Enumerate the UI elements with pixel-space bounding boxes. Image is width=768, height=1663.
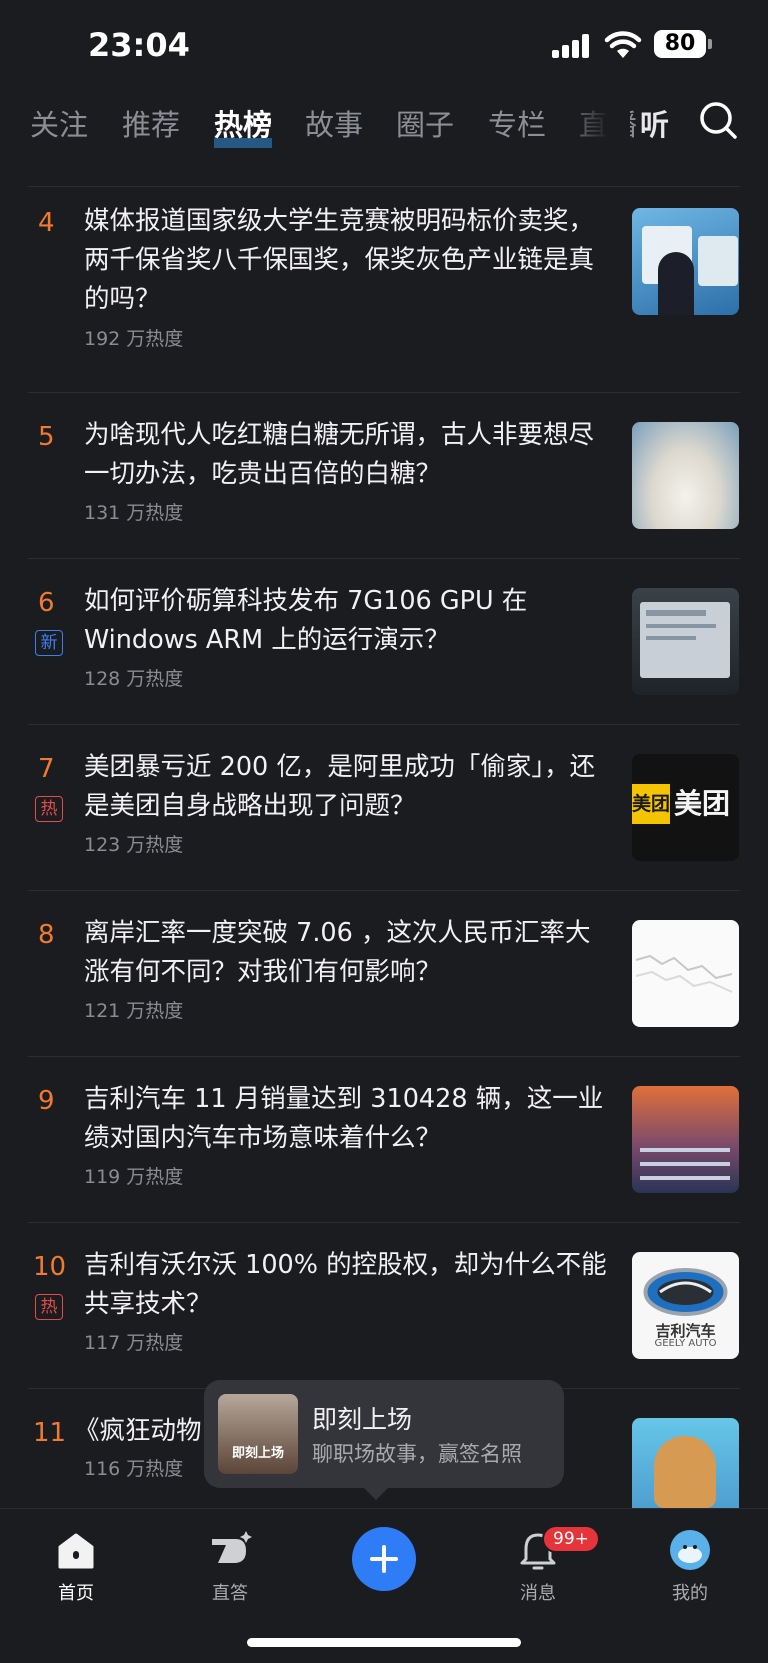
status-time: 23:04 — [88, 26, 190, 64]
divider — [28, 1056, 740, 1057]
wifi-icon — [604, 31, 642, 58]
thumbnail-image — [632, 920, 739, 1027]
meituan-sign-text: 美团 — [674, 787, 731, 820]
promo-subtitle: 聊职场故事，赢签名照 — [312, 1442, 522, 1466]
create-post-button[interactable] — [352, 1527, 416, 1591]
tab-columns[interactable]: 专栏 — [488, 102, 546, 144]
tab-recommend[interactable]: 推荐 — [122, 102, 180, 144]
plus-icon — [370, 1545, 398, 1573]
divider — [28, 890, 740, 891]
home-indicator — [247, 1638, 521, 1647]
new-tag-badge: 新 — [35, 630, 63, 656]
heat-count: 117 万热度 — [84, 1332, 184, 1354]
geely-logo-icon — [643, 1268, 728, 1316]
nav-messages-label: 消息 — [520, 1583, 556, 1604]
rank-number: 9 — [38, 1086, 55, 1116]
search-icon[interactable] — [698, 100, 738, 140]
thumbnail-image — [632, 208, 739, 315]
home-icon — [58, 1533, 94, 1569]
rank-number: 5 — [38, 422, 55, 452]
heat-count: 128 万热度 — [84, 668, 184, 690]
thumbnail-image: 吉利汽车 GEELY AUTO — [632, 1252, 739, 1359]
hot-tag-badge: 热 — [35, 1294, 63, 1320]
item-title: 美团暴亏近 200 亿，是阿里成功「偷家」，还是美团自身战略出现了问题？ — [84, 752, 596, 821]
rank-number: 6 — [38, 588, 55, 618]
status-bar: 23:04 80 — [0, 0, 768, 90]
tab-following[interactable]: 关注 — [30, 102, 88, 144]
heat-count: 116 万热度 — [84, 1458, 184, 1480]
thumbnail-image — [632, 422, 739, 529]
divider — [28, 186, 740, 187]
tab-stories[interactable]: 故事 — [305, 102, 363, 144]
cellular-signal-icon — [552, 34, 594, 58]
rank-number: 8 — [38, 920, 55, 950]
rank-number: 11 — [33, 1418, 67, 1448]
nav-home[interactable]: 首页 — [26, 1509, 126, 1619]
geely-brand-en-text: GEELY AUTO — [654, 1338, 717, 1349]
promo-title: 即刻上场 — [312, 1405, 413, 1434]
heat-count: 119 万热度 — [84, 1166, 184, 1188]
thumbnail-image: 美团 美团 — [632, 754, 739, 861]
battery-indicator: 80 — [654, 30, 712, 58]
divider — [28, 1222, 740, 1223]
listen-button[interactable]: 听 — [640, 102, 669, 144]
thumbnail-image — [632, 588, 739, 695]
zhida-icon — [212, 1531, 252, 1563]
thumbnail-image — [632, 1418, 739, 1508]
rank-number: 7 — [38, 754, 55, 784]
item-title: 媒体报道国家级大学生竞赛被明码标价卖奖，两千保省奖八千保国奖，保奖灰色产业链是真… — [84, 206, 595, 314]
hot-tag-badge: 热 — [35, 796, 63, 822]
rank-number: 4 — [38, 208, 55, 238]
tab-overflow-fade — [560, 92, 630, 158]
thumbnail-image — [632, 1086, 739, 1193]
nav-zhida-label: 直答 — [212, 1583, 248, 1604]
tab-circles[interactable]: 圈子 — [396, 102, 454, 144]
divider — [28, 392, 740, 393]
item-title: 如何评价砺算科技发布 7G106 GPU 在 Windows ARM 上的运行演… — [84, 586, 528, 655]
avatar — [670, 1530, 710, 1570]
divider — [28, 724, 740, 725]
meituan-logo: 美团 — [632, 784, 670, 824]
heat-count: 123 万热度 — [84, 834, 184, 856]
divider — [28, 558, 740, 559]
heat-count: 192 万热度 — [84, 328, 184, 350]
promo-thumbnail-text: 即刻上场 — [231, 1446, 284, 1461]
tab-hot-list[interactable]: 热榜 — [214, 102, 273, 148]
item-title: 为啥现代人吃红糖白糖无所谓，古人非要想尽一切办法，吃贵出百倍的白糖？ — [84, 420, 595, 489]
heat-count: 121 万热度 — [84, 1000, 184, 1022]
rank-number: 10 — [33, 1252, 67, 1282]
nav-zhida[interactable]: 直答 — [180, 1509, 280, 1619]
nav-me-label: 我的 — [672, 1583, 708, 1604]
item-title: 吉利汽车 11 月销量达到 310428 辆，这一业绩对国内汽车市场意味着什么？ — [84, 1084, 604, 1153]
item-title: 离岸汇率一度突破 7.06 ，这次人民币汇率大涨有何不同？对我们有何影响？ — [84, 918, 591, 987]
nav-home-label: 首页 — [58, 1583, 94, 1604]
notification-badge: 99+ — [542, 1525, 600, 1553]
item-title: 吉利有沃尔沃 100% 的控股权，却为什么不能共享技术？ — [84, 1250, 607, 1319]
heat-count: 131 万热度 — [84, 502, 184, 524]
promo-popup[interactable]: 即刻上场 即刻上场 聊职场故事，赢签名照 — [204, 1380, 564, 1500]
nav-me[interactable]: 我的 — [640, 1509, 740, 1619]
promo-thumbnail: 即刻上场 — [218, 1394, 298, 1474]
